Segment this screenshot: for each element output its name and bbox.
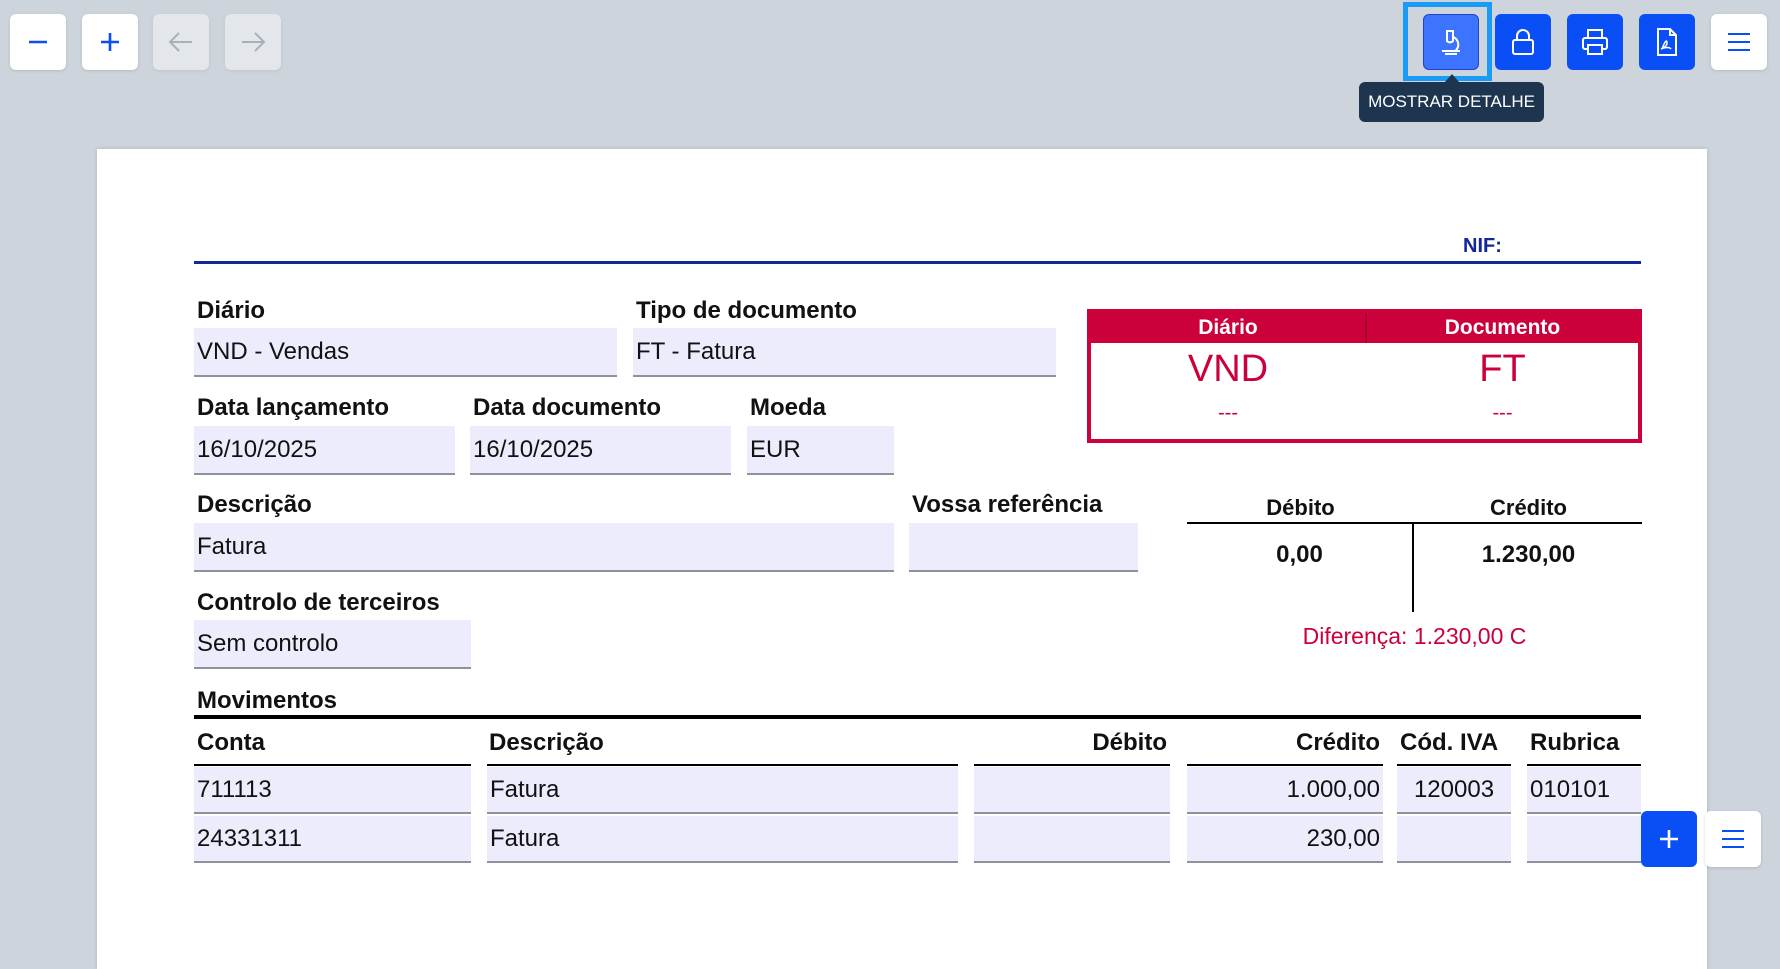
- movimentos-title: Movimentos: [197, 687, 338, 714]
- plus-icon: [1660, 830, 1678, 848]
- forward-button[interactable]: [225, 14, 281, 70]
- controlo-terceiros-field[interactable]: Sem controlo: [194, 620, 471, 669]
- col-conta-header: Conta: [197, 729, 265, 756]
- table-cell-descricao[interactable]: Fatura: [487, 767, 958, 814]
- table-cell-debito[interactable]: [974, 816, 1170, 863]
- summary-diario-number: ---: [1218, 402, 1238, 424]
- show-detail-button[interactable]: [1423, 14, 1479, 70]
- table-cell-cod-iva[interactable]: [1397, 816, 1511, 863]
- controlo-terceiros-label: Controlo de terceiros: [197, 589, 440, 616]
- table-cell-debito[interactable]: [974, 767, 1170, 814]
- diario-label: Diário: [197, 297, 266, 324]
- totals-rule: [1187, 522, 1642, 524]
- summary-header-divider: [1365, 313, 1367, 343]
- total-debito-value: 0,00: [1276, 541, 1323, 568]
- summary-box: Diário Documento VND FT --- ---: [1087, 309, 1642, 443]
- plus-icon: [101, 33, 119, 51]
- lock-button[interactable]: [1495, 14, 1551, 70]
- tooltip-arrow: [1445, 74, 1459, 82]
- vossa-referencia-field[interactable]: [909, 523, 1138, 572]
- data-lancamento-field[interactable]: 16/10/2025: [194, 426, 455, 475]
- data-documento-field[interactable]: 16/10/2025: [470, 426, 731, 475]
- add-row-button[interactable]: [1641, 811, 1697, 867]
- table-cell-credito[interactable]: 1.000,00: [1187, 767, 1383, 814]
- col-credito-header: Crédito: [1296, 729, 1380, 756]
- summary-diario-code: VND: [1187, 348, 1269, 390]
- total-debito-label: Débito: [1266, 495, 1335, 520]
- main-menu-button[interactable]: [1711, 14, 1767, 70]
- totals-divider: [1412, 522, 1414, 612]
- data-documento-label: Data documento: [473, 394, 662, 421]
- col-descricao-underline: [487, 764, 958, 766]
- table-cell-cod-iva[interactable]: 120003: [1397, 767, 1511, 814]
- table-cell-conta[interactable]: 24331311: [194, 816, 471, 863]
- col-debito-header: Débito: [1092, 729, 1167, 756]
- data-lancamento-label: Data lançamento: [197, 394, 390, 421]
- row-menu-button[interactable]: [1705, 811, 1761, 867]
- print-button[interactable]: [1567, 14, 1623, 70]
- zoom-out-button[interactable]: [10, 14, 66, 70]
- arrow-left-icon: [168, 32, 192, 52]
- tipo-documento-field[interactable]: FT - Fatura: [633, 328, 1056, 377]
- col-credito-underline: [1187, 764, 1383, 766]
- pdf-button[interactable]: [1639, 14, 1695, 70]
- col-descricao-header: Descrição: [489, 729, 604, 756]
- table-cell-rubrica[interactable]: [1527, 816, 1641, 863]
- summary-documento-header: Documento: [1367, 313, 1638, 343]
- tipo-documento-label: Tipo de documento: [636, 297, 857, 324]
- microscope-icon: [1442, 30, 1460, 55]
- minus-icon: [29, 40, 47, 44]
- col-rubrica-header: Rubrica: [1530, 729, 1620, 756]
- table-cell-descricao[interactable]: Fatura: [487, 816, 958, 863]
- zoom-in-button[interactable]: [82, 14, 138, 70]
- col-rubrica-underline: [1527, 764, 1641, 766]
- col-conta-underline: [194, 764, 471, 766]
- summary-documento-code: FT: [1479, 348, 1526, 390]
- descricao-field[interactable]: Fatura: [194, 523, 894, 572]
- table-cell-credito[interactable]: 230,00: [1187, 816, 1383, 863]
- summary-diario-header: Diário: [1091, 313, 1365, 343]
- arrow-right-icon: [242, 32, 266, 52]
- table-cell-conta[interactable]: 711113: [194, 767, 471, 814]
- back-button[interactable]: [153, 14, 209, 70]
- diario-field[interactable]: VND - Vendas: [194, 328, 617, 377]
- col-debito-underline: [974, 764, 1170, 766]
- moeda-field[interactable]: EUR: [747, 426, 894, 475]
- total-credito-value: 1.230,00: [1481, 541, 1576, 568]
- summary-documento-number: ---: [1492, 402, 1513, 424]
- pdf-file-icon: [1657, 28, 1677, 56]
- printer-icon: [1582, 29, 1608, 55]
- diferenca-text: Diferença: 1.230,00 C: [1302, 623, 1527, 649]
- total-credito-label: Crédito: [1490, 495, 1567, 520]
- col-cod-iva-header: Cód. IVA: [1400, 729, 1499, 756]
- nif-label: NIF:: [1463, 235, 1502, 257]
- col-cod-iva-underline: [1397, 764, 1511, 766]
- hamburger-menu-icon: [1728, 33, 1750, 51]
- vossa-referencia-label: Vossa referência: [912, 491, 1103, 518]
- lock-icon: [1512, 29, 1534, 55]
- moeda-label: Moeda: [750, 394, 827, 421]
- descricao-label: Descrição: [197, 491, 312, 518]
- movimentos-rule: [194, 715, 1641, 719]
- tooltip: MOSTRAR DETALHE: [1359, 82, 1544, 122]
- hamburger-menu-icon: [1722, 830, 1744, 848]
- table-cell-rubrica[interactable]: 010101: [1527, 767, 1641, 814]
- header-rule: [194, 261, 1641, 264]
